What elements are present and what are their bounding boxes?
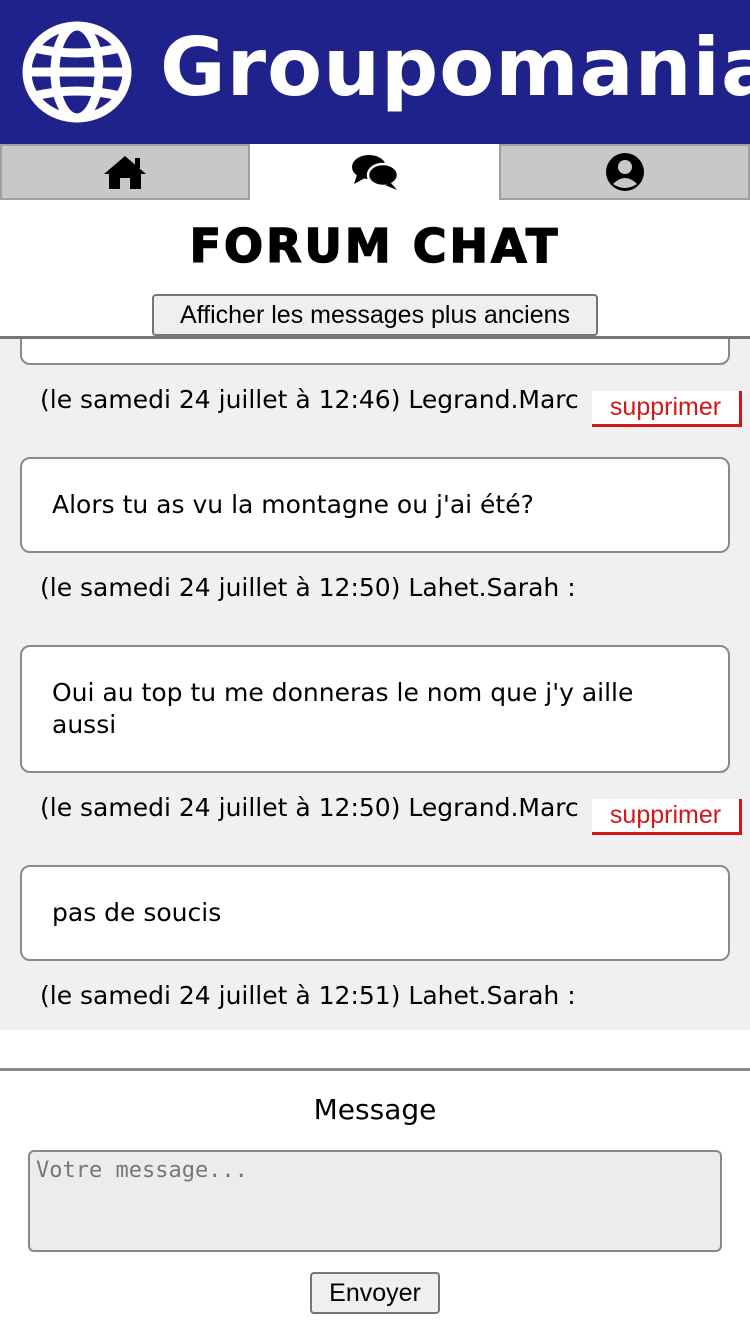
message-bubble bbox=[20, 339, 730, 365]
message-list[interactable]: (le samedi 24 juillet à 12:46) Legrand.M… bbox=[0, 336, 750, 1030]
message-meta: (le samedi 24 juillet à 12:50) Lahet.Sar… bbox=[40, 573, 576, 602]
message-meta: (le samedi 24 juillet à 12:51) Lahet.Sar… bbox=[40, 981, 576, 1010]
chat-icon bbox=[352, 155, 399, 190]
load-older-messages-button[interactable]: Afficher les messages plus anciens bbox=[152, 294, 598, 336]
tab-profile[interactable] bbox=[499, 144, 750, 200]
message-bubble: Alors tu as vu la montagne ou j'ai été? bbox=[20, 457, 730, 553]
page-title: FORUM CHAT bbox=[189, 218, 561, 274]
globe-icon bbox=[22, 21, 132, 123]
send-button[interactable]: Envoyer bbox=[310, 1272, 440, 1314]
brand-name: Groupomania bbox=[160, 21, 750, 114]
message-bubble: pas de soucis bbox=[20, 865, 730, 961]
tab-home[interactable] bbox=[0, 144, 250, 200]
message-label: Message bbox=[313, 1093, 437, 1126]
main-nav bbox=[0, 144, 750, 200]
message-meta: (le samedi 24 juillet à 12:46) Legrand.M… bbox=[40, 385, 579, 414]
delete-message-button[interactable]: supprimer bbox=[592, 799, 742, 835]
delete-message-button[interactable]: supprimer bbox=[592, 391, 742, 427]
message-meta: (le samedi 24 juillet à 12:50) Legrand.M… bbox=[40, 793, 579, 822]
app-header: Groupomania bbox=[0, 0, 750, 144]
home-icon bbox=[104, 156, 146, 189]
compose-divider bbox=[0, 1068, 750, 1071]
tab-chat[interactable] bbox=[250, 144, 500, 200]
message-bubble: Oui au top tu me donneras le nom que j'y… bbox=[20, 645, 730, 773]
user-circle-icon bbox=[605, 153, 644, 191]
message-input[interactable] bbox=[28, 1150, 722, 1252]
